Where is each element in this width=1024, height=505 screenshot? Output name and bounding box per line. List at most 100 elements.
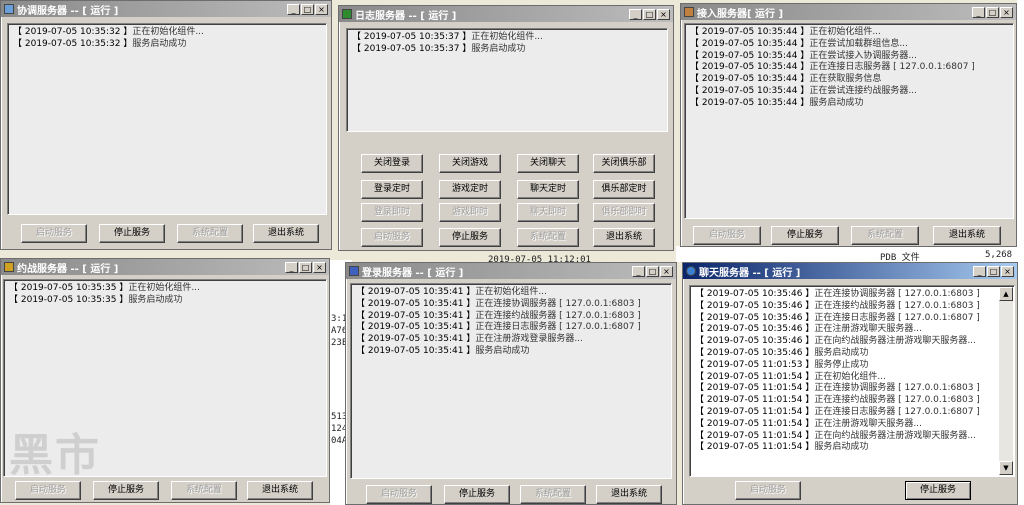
log-line: 【 2019-07-05 11:01:54 】服务启动成功 (695, 442, 869, 453)
maximize-button[interactable]: □ (646, 265, 659, 277)
window-title: 聊天服务器 -- [ 运行 ] (699, 267, 801, 279)
log-line: 【 2019-07-05 10:35:37 】正在初始化组件... (352, 32, 543, 42)
exit-system-button[interactable]: 退出系统 (253, 224, 319, 243)
system-config-button[interactable]: 系统配置 (520, 485, 586, 504)
exit-system-button[interactable]: 退出系统 (933, 226, 1001, 245)
scroll-down-icon[interactable]: ▼ (999, 461, 1013, 475)
log-line: 【 2019-07-05 10:35:44 】正在尝试接入协调服务器... (690, 50, 917, 61)
stop-service-button[interactable]: 停止服务 (99, 224, 165, 243)
log-textbox[interactable]: 【 2019-07-05 10:35:44 】正在初始化组件... 【 2019… (684, 23, 1014, 219)
log-line: 【 2019-07-05 10:35:46 】正在连接协调服务器 [ 127.0… (695, 289, 980, 299)
app-icon (684, 7, 694, 17)
log-line: 【 2019-07-05 10:35:46 】服务启动成功 (695, 347, 869, 358)
log-textbox[interactable]: 【 2019-07-05 10:35:32 】正在初始化组件... 【 2019… (7, 23, 327, 215)
exit-system-button[interactable]: 退出系统 (593, 228, 655, 247)
log-textbox[interactable]: 【 2019-07-05 10:35:41 】正在初始化组件... 【 2019… (350, 283, 672, 479)
maximize-button[interactable]: □ (987, 265, 1000, 277)
title-bar[interactable]: 约战服务器 -- [ 运行 ] _ □ × (1, 259, 329, 275)
battle-server-window: 约战服务器 -- [ 运行 ] _ □ × 【 2019-07-05 10:35… (0, 258, 330, 503)
log-textbox[interactable]: 【 2019-07-05 10:35:37 】正在初始化组件... 【 2019… (346, 28, 668, 132)
close-button[interactable]: × (657, 8, 670, 20)
club-timer-button[interactable]: 俱乐部定时 (593, 180, 655, 199)
minimize-button[interactable]: _ (629, 8, 642, 20)
stop-service-button[interactable]: 停止服务 (439, 228, 501, 247)
maximize-button[interactable]: □ (643, 8, 656, 20)
app-icon (4, 262, 14, 272)
game-timer-button[interactable]: 游戏定时 (439, 180, 501, 199)
log-line: 【 2019-07-05 10:35:32 】正在初始化组件... (13, 27, 204, 37)
title-bar[interactable]: 协调服务器 -- [ 运行 ] _ □ × (1, 1, 331, 17)
log-line: 【 2019-07-05 11:01:54 】正在向约战服务器注册游戏聊天服务器… (695, 430, 976, 441)
start-service-button[interactable]: 启动服务 (361, 228, 423, 247)
stop-service-button[interactable]: 停止服务 (93, 481, 159, 500)
log-line: 【 2019-07-05 10:35:46 】正在向约战服务器注册游戏聊天服务器… (695, 336, 976, 347)
title-bar[interactable]: 日志服务器 -- [ 运行 ] _ □ × (339, 6, 673, 22)
background-panel (1017, 0, 1024, 505)
start-service-button[interactable]: 启动服务 (735, 481, 801, 500)
chat-timer-button[interactable]: 聊天定时 (517, 180, 579, 199)
title-bar[interactable]: 聊天服务器 -- [ 运行 ] _ □ × (683, 263, 1017, 279)
minimize-button[interactable]: _ (287, 3, 300, 15)
app-icon (686, 266, 696, 276)
close-chat-button[interactable]: 关闭聊天 (517, 154, 579, 173)
close-button[interactable]: × (315, 3, 328, 15)
exit-system-button[interactable]: 退出系统 (247, 481, 313, 500)
log-line: 【 2019-07-05 10:35:44 】正在尝试加载群组信息... (690, 38, 908, 49)
log-server-window: 日志服务器 -- [ 运行 ] _ □ × 【 2019-07-05 10:35… (338, 5, 674, 251)
exit-system-button[interactable]: 退出系统 (596, 485, 662, 504)
system-config-button[interactable]: 系统配置 (851, 226, 919, 245)
minimize-button[interactable]: _ (632, 265, 645, 277)
stop-service-button[interactable]: 停止服务 (905, 481, 971, 500)
watermark-logo: 黑市 (9, 430, 101, 481)
log-line: 【 2019-07-05 11:01:54 】正在初始化组件... (695, 371, 886, 382)
log-line: 【 2019-07-05 10:35:37 】服务启动成功 (352, 43, 526, 54)
start-service-button[interactable]: 启动服务 (21, 224, 87, 243)
system-config-button[interactable]: 系统配置 (517, 228, 579, 247)
minimize-button[interactable]: _ (972, 6, 985, 18)
system-config-button[interactable]: 系统配置 (171, 481, 237, 500)
close-button[interactable]: × (313, 261, 326, 273)
title-bar[interactable]: 接入服务器[ 运行 ] _ □ × (681, 4, 1016, 20)
coordination-server-window: 协调服务器 -- [ 运行 ] _ □ × 【 2019-07-05 10:35… (0, 0, 332, 250)
start-service-button[interactable]: 启动服务 (15, 481, 81, 500)
stop-service-button[interactable]: 停止服务 (771, 226, 839, 245)
maximize-button[interactable]: □ (986, 6, 999, 18)
window-title: 协调服务器 -- [ 运行 ] (17, 5, 119, 17)
scroll-up-icon[interactable]: ▲ (999, 287, 1013, 301)
close-button[interactable]: × (1001, 265, 1014, 277)
log-line: 【 2019-07-05 11:01:54 】正在连接日志服务器 [ 127.0… (695, 406, 980, 417)
login-timer-button[interactable]: 登录定时 (361, 180, 423, 199)
maximize-button[interactable]: □ (301, 3, 314, 15)
close-button[interactable]: × (660, 265, 673, 277)
log-line: 【 2019-07-05 10:35:44 】服务启动成功 (690, 97, 864, 108)
log-line: 【 2019-07-05 10:35:41 】正在连接协调服务器 [ 127.0… (356, 298, 641, 309)
log-line: 【 2019-07-05 10:35:41 】正在初始化组件... (356, 287, 547, 297)
system-config-button[interactable]: 系统配置 (177, 224, 243, 243)
stop-service-button[interactable]: 停止服务 (444, 485, 510, 504)
app-icon (4, 4, 14, 14)
game-instant-button[interactable]: 游戏即时 (439, 203, 501, 222)
minimize-button[interactable]: _ (285, 261, 298, 273)
log-line: 【 2019-07-05 10:35:35 】服务启动成功 (9, 294, 183, 305)
close-club-button[interactable]: 关闭俱乐部 (593, 154, 655, 173)
background-text: 5,268 (985, 250, 1013, 260)
minimize-button[interactable]: _ (973, 265, 986, 277)
title-bar[interactable]: 登录服务器 -- [ 运行 ] _ □ × (346, 263, 676, 279)
access-server-window: 接入服务器[ 运行 ] _ □ × 【 2019-07-05 10:35:44 … (680, 3, 1017, 247)
log-line: 【 2019-07-05 10:35:41 】服务启动成功 (356, 345, 530, 356)
log-textbox[interactable]: 【 2019-07-05 10:35:46 】正在连接协调服务器 [ 127.0… (689, 285, 1015, 477)
log-line: 【 2019-07-05 10:35:46 】正在连接日志服务器 [ 127.0… (695, 312, 980, 323)
chat-instant-button[interactable]: 聊天即时 (517, 203, 579, 222)
close-game-button[interactable]: 关闭游戏 (439, 154, 501, 173)
close-button[interactable]: × (1000, 6, 1013, 18)
club-instant-button[interactable]: 俱乐部即时 (593, 203, 655, 222)
start-service-button[interactable]: 启动服务 (693, 226, 761, 245)
login-instant-button[interactable]: 登录即时 (361, 203, 423, 222)
log-line: 【 2019-07-05 10:35:46 】正在连接约战服务器 [ 127.0… (695, 300, 980, 311)
chat-server-window: 聊天服务器 -- [ 运行 ] _ □ × 【 2019-07-05 10:35… (682, 262, 1018, 505)
maximize-button[interactable]: □ (299, 261, 312, 273)
close-login-button[interactable]: 关闭登录 (361, 154, 423, 173)
vertical-scrollbar[interactable]: ▲ ▼ (999, 287, 1013, 475)
log-line: 【 2019-07-05 10:35:44 】正在连接日志服务器 [ 127.0… (690, 62, 975, 73)
start-service-button[interactable]: 启动服务 (366, 485, 432, 504)
